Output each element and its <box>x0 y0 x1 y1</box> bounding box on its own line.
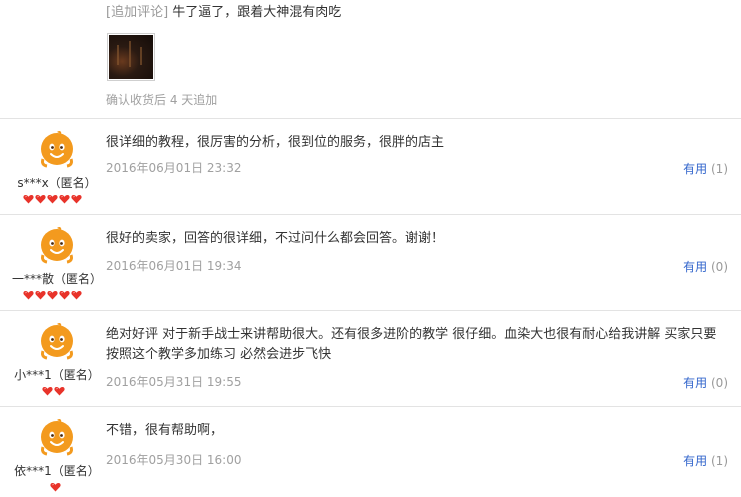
buyer-credit-hearts <box>42 386 66 398</box>
heart-icon <box>23 194 35 204</box>
heart-icon <box>59 194 71 204</box>
review-row: s***x（匿名） 很详细的教程，很厉害的分析，很到位的服务，很胖的店主 201… <box>0 118 741 215</box>
avatar <box>37 129 77 169</box>
heart-icon <box>50 482 62 492</box>
review-content: 很详细的教程，很厉害的分析，很到位的服务，很胖的店主 <box>106 135 445 150</box>
useful-label[interactable]: 有用 <box>683 260 707 274</box>
heart-icon <box>59 290 71 300</box>
followup-tag: [追加评论] <box>106 5 169 20</box>
buyer-credit-hearts <box>50 482 62 494</box>
review-content: 绝对好评 对于新手战士来讲帮助很大。还有很多进阶的教学 很仔细。血染大也很有耐心… <box>106 327 717 362</box>
review-date: 2016年05月31日 19:55 <box>106 375 242 389</box>
review-date: 2016年05月30日 16:00 <box>106 453 242 467</box>
heart-icon <box>71 194 83 204</box>
heart-icon <box>35 194 47 204</box>
reviewer-name: 依***1（匿名） <box>14 464 100 478</box>
useful-button[interactable]: 有用 (1) <box>683 452 728 469</box>
useful-count: (0) <box>711 376 728 390</box>
review-date: 2016年06月01日 23:32 <box>106 161 242 175</box>
useful-label[interactable]: 有用 <box>683 454 707 468</box>
review-date: 2016年06月01日 19:34 <box>106 259 242 273</box>
useful-count: (1) <box>711 162 728 176</box>
reviewer-name: s***x（匿名） <box>17 176 97 190</box>
useful-label[interactable]: 有用 <box>683 162 707 176</box>
heart-icon <box>47 290 59 300</box>
useful-button[interactable]: 有用 (0) <box>683 258 728 275</box>
photo-icon <box>109 35 153 79</box>
useful-count: (1) <box>711 454 728 468</box>
heart-icon <box>42 386 54 396</box>
review-row: 依***1（匿名） 不错，很有帮助啊， 2016年05月30日 16:00 有用… <box>0 406 741 497</box>
buyer-credit-hearts <box>23 194 83 206</box>
followup-comment: [追加评论] 牛了逼了，跟着大神混有肉吃 <box>106 4 341 22</box>
heart-icon <box>71 290 83 300</box>
heart-icon <box>54 386 66 396</box>
useful-button[interactable]: 有用 (0) <box>683 374 728 391</box>
avatar <box>37 321 77 361</box>
followup-date: 确认收货后 4 天追加 <box>106 93 218 107</box>
followup-text: 牛了逼了，跟着大神混有肉吃 <box>172 5 342 20</box>
heart-icon <box>35 290 47 300</box>
review-content: 很好的卖家，回答的很详细，不过问什么都会回答。谢谢！ <box>106 231 445 246</box>
useful-button[interactable]: 有用 (1) <box>683 160 728 177</box>
review-content: 不错，很有帮助啊， <box>106 423 224 438</box>
heart-icon <box>23 290 35 300</box>
avatar <box>37 417 77 457</box>
reviewer-name: 一***散（匿名） <box>11 272 102 286</box>
reviewer-name: 小***1（匿名） <box>14 368 100 382</box>
avatar <box>37 225 77 265</box>
review-row: 小***1（匿名） 绝对好评 对于新手战士来讲帮助很大。还有很多进阶的教学 很仔… <box>0 310 741 407</box>
followup-section: [追加评论] 牛了逼了，跟着大神混有肉吃 确认收货后 4 天追加 <box>0 0 741 118</box>
useful-count: (0) <box>711 260 728 274</box>
review-row: 一***散（匿名） 很好的卖家，回答的很详细，不过问什么都会回答。谢谢！ 201… <box>0 214 741 311</box>
followup-photo-thumbnail[interactable] <box>107 33 155 81</box>
useful-label[interactable]: 有用 <box>683 376 707 390</box>
buyer-credit-hearts <box>23 290 83 302</box>
heart-icon <box>47 194 59 204</box>
